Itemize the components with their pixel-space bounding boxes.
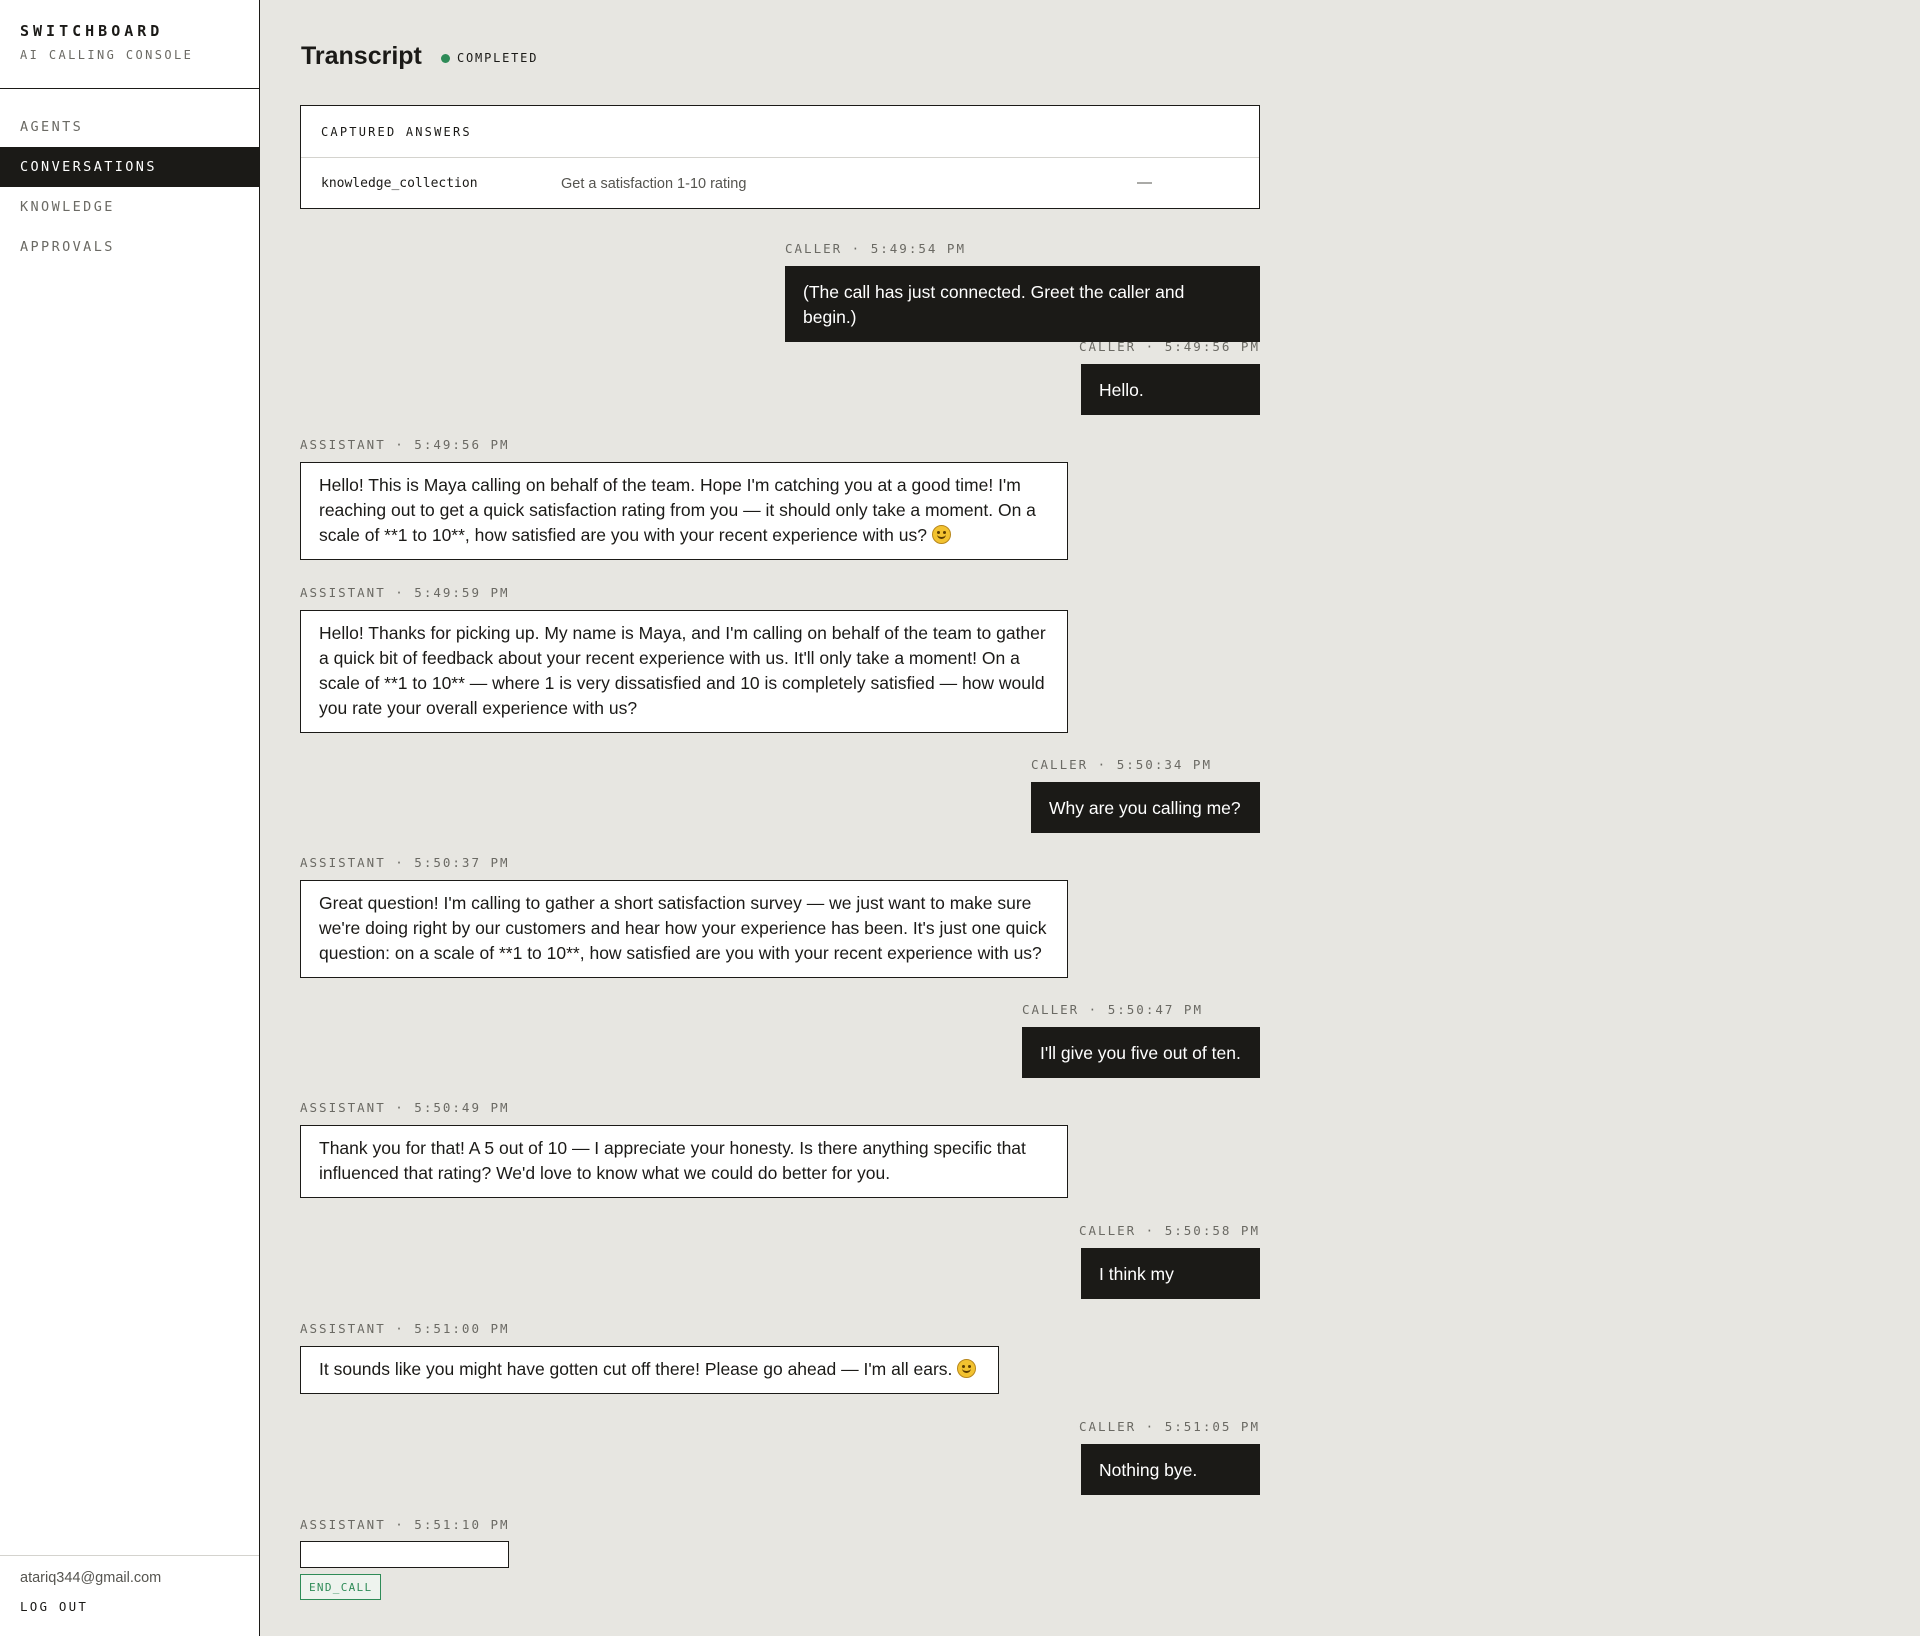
message-meta: ASSISTANT · 5:49:59 PM: [300, 585, 510, 600]
message-caller: CALLER · 5:49:54 PM (The call has just c…: [785, 241, 1260, 342]
message-bubble: Great question! I'm calling to gather a …: [300, 880, 1068, 978]
answer-goal: Get a satisfaction 1-10 rating: [561, 176, 747, 192]
page-header: Transcript COMPLETED: [300, 42, 1260, 76]
message-meta: ASSISTANT · 5:49:56 PM: [300, 437, 510, 452]
message-meta: CALLER · 5:51:05 PM: [1079, 1419, 1260, 1434]
captured-answers-heading: CAPTURED ANSWERS: [321, 125, 472, 139]
answer-value: —: [1137, 174, 1152, 191]
message-bubble: I'll give you five out of ten.: [1022, 1027, 1260, 1078]
tool-call-badge: END_CALL: [300, 1574, 382, 1600]
smiling-face-icon: [931, 525, 951, 544]
status-dot-icon: [441, 53, 450, 63]
message-meta: CALLER · 5:50:47 PM: [1022, 1002, 1203, 1017]
message-text: It sounds like you might have gotten cut…: [319, 1359, 953, 1379]
message-bubble: Why are you calling me?: [1031, 782, 1260, 833]
message-bubble: Hello! This is Maya calling on behalf of…: [300, 462, 1068, 560]
message-caller: CALLER · 5:49:56 PM Hello.: [1079, 339, 1260, 415]
captured-answers-panel: CAPTURED ANSWERS knowledge_collection Ge…: [300, 105, 1260, 209]
brand: SWITCHBOARD AI CALLING CONSOLE: [0, 0, 259, 89]
message-bubble: (The call has just connected. Greet the …: [785, 266, 1260, 342]
sidebar-item-knowledge[interactable]: KNOWLEDGE: [0, 187, 259, 227]
message-meta: ASSISTANT · 5:50:37 PM: [300, 855, 510, 870]
sidebar-item-agents[interactable]: AGENTS: [0, 107, 259, 147]
message-bubble: Thank you for that! A 5 out of 10 — I ap…: [300, 1125, 1068, 1198]
message-bubble: Hello.: [1081, 364, 1260, 415]
smiling-face-icon: [957, 1359, 977, 1378]
message-assistant: ASSISTANT · 5:51:00 PM It sounds like yo…: [300, 1321, 999, 1394]
message-meta: CALLER · 5:49:56 PM: [1079, 339, 1260, 354]
answer-key: knowledge_collection: [321, 176, 478, 191]
message-meta: CALLER · 5:49:54 PM: [785, 241, 966, 256]
message-meta: ASSISTANT · 5:50:49 PM: [300, 1100, 510, 1115]
logout-button[interactable]: LOG OUT: [20, 1599, 88, 1614]
empty-message-bubble: [300, 1541, 509, 1568]
status-badge: COMPLETED: [441, 51, 538, 65]
message-bubble: It sounds like you might have gotten cut…: [300, 1346, 999, 1394]
sidebar: SWITCHBOARD AI CALLING CONSOLE AGENTS CO…: [0, 0, 260, 1636]
sidebar-nav: AGENTS CONVERSATIONS KNOWLEDGE APPROVALS: [0, 107, 259, 267]
message-caller: CALLER · 5:50:34 PM Why are you calling …: [1031, 757, 1260, 833]
message-meta: CALLER · 5:50:34 PM: [1031, 757, 1212, 772]
user-email: atariq344@gmail.com: [20, 1570, 162, 1586]
sidebar-item-approvals[interactable]: APPROVALS: [0, 227, 259, 267]
brand-title: SWITCHBOARD: [20, 22, 164, 40]
message-caller: CALLER · 5:51:05 PM Nothing bye.: [1079, 1419, 1260, 1495]
message-meta: CALLER · 5:50:58 PM: [1079, 1223, 1260, 1238]
message-text: Hello! This is Maya calling on behalf of…: [319, 475, 1036, 545]
status-text: COMPLETED: [457, 51, 539, 65]
message-assistant: ASSISTANT · 5:50:37 PM Great question! I…: [300, 855, 1068, 978]
message-caller: CALLER · 5:50:47 PM I'll give you five o…: [1022, 1002, 1260, 1078]
message-assistant: ASSISTANT · 5:50:49 PM Thank you for tha…: [300, 1100, 1068, 1198]
message-caller: CALLER · 5:50:58 PM I think my: [1079, 1223, 1260, 1299]
captured-answer-row: knowledge_collection Get a satisfaction …: [301, 158, 1259, 208]
message-assistant: ASSISTANT · 5:49:59 PM Hello! Thanks for…: [300, 585, 1068, 733]
message-meta: ASSISTANT · 5:51:10 PM: [300, 1517, 510, 1532]
sidebar-item-conversations[interactable]: CONVERSATIONS: [0, 147, 259, 187]
message-bubble: I think my: [1081, 1248, 1260, 1299]
message-assistant: ASSISTANT · 5:49:56 PM Hello! This is Ma…: [300, 437, 1068, 560]
message-assistant: ASSISTANT · 5:51:10 PM END_CALL: [300, 1517, 510, 1600]
brand-subtitle: AI CALLING CONSOLE: [20, 48, 194, 62]
message-meta: ASSISTANT · 5:51:00 PM: [300, 1321, 510, 1336]
page-title: Transcript: [301, 42, 422, 70]
message-bubble: Hello! Thanks for picking up. My name is…: [300, 610, 1068, 733]
message-bubble: Nothing bye.: [1081, 1444, 1260, 1495]
sidebar-footer: atariq344@gmail.com LOG OUT: [0, 1555, 259, 1636]
captured-answers-header: CAPTURED ANSWERS: [301, 106, 1259, 158]
